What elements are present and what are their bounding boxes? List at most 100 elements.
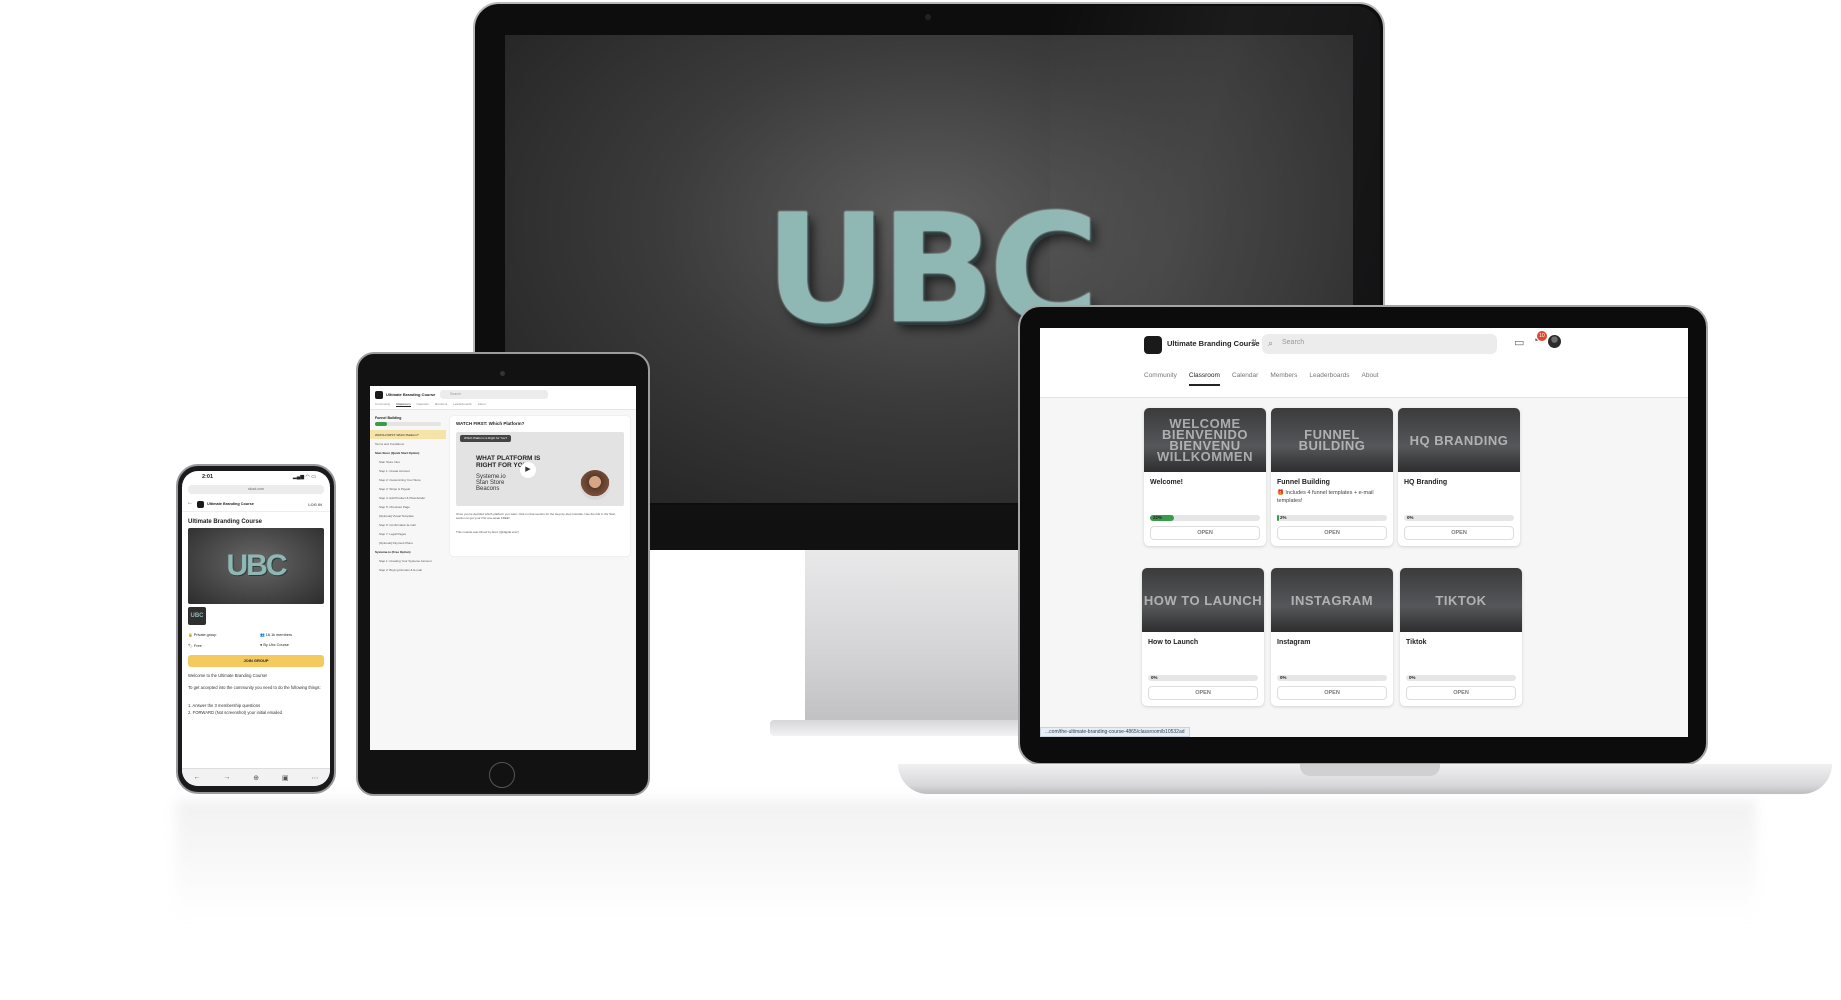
floor-reflection <box>176 800 1756 920</box>
course-card[interactable]: HOW TO LAUNCH How to Launch 0% OPEN <box>1142 568 1264 706</box>
tab-leaderboards[interactable]: Leaderboards <box>453 402 472 407</box>
instructions-text: To get accepted into the community you n… <box>188 685 321 690</box>
instruction-step: 2. FORWARD (Not screenshot) your initial… <box>188 710 283 715</box>
members-icon: 👥 16.1k members <box>260 633 292 637</box>
progress-fill <box>1277 515 1280 521</box>
course-title: Welcome! <box>1150 479 1183 486</box>
community-title[interactable]: Ultimate Branding Course <box>207 502 254 506</box>
gallery-thumbnail[interactable]: UBC <box>188 607 206 625</box>
lesson-item[interactable]: Step 2: Buying Domain & E-mail <box>370 565 446 574</box>
chat-icon[interactable]: ▭ <box>1514 336 1524 349</box>
tag-icon: 🏷 Free <box>188 644 202 648</box>
course-card[interactable]: WELCOME BIENVENIDO BIENVENU WILLKOMMEN W… <box>1144 408 1266 546</box>
hero-image: UBC <box>188 528 324 604</box>
lesson-item[interactable]: [Optional] Visual Template <box>370 511 446 520</box>
course-title: Funnel Building <box>1277 479 1330 486</box>
thumbnail-text: FUNNEL BUILDING <box>1298 427 1366 453</box>
back-arrow-icon[interactable]: ← <box>187 500 193 506</box>
lesson-item[interactable]: Step 7: Legal Pages <box>370 529 446 538</box>
search-input[interactable]: ⌕ Search <box>1262 334 1497 354</box>
lesson-item[interactable]: Systeme.io (Free Option) <box>370 547 446 556</box>
lesson-item[interactable]: Step 1: Create Account <box>370 466 446 475</box>
lesson-item[interactable]: Step 2: Customizing Your Store <box>370 475 446 484</box>
avatar[interactable] <box>1548 335 1561 348</box>
community-logo[interactable] <box>197 501 204 508</box>
phone-screen: 2:01 ▂▄▆ ◠ ▭ skool.com ← Ultimate Brandi… <box>182 471 330 786</box>
lesson-item[interactable]: WATCH FIRST: Which Platform? <box>370 430 446 439</box>
lesson-item[interactable]: Step 4: Add Product & Placeholder <box>370 493 446 502</box>
course-description: 🎁 Includes 4 funnel templates + e-mail t… <box>1277 490 1374 504</box>
address-bar[interactable]: skool.com <box>188 485 324 494</box>
community-logo[interactable] <box>1144 336 1162 354</box>
lesson-item[interactable]: Step 6: Confirmation E-mail <box>370 520 446 529</box>
tab-members[interactable]: Members <box>435 402 448 407</box>
tab-classroom[interactable]: Classroom <box>1188 372 1220 386</box>
course-title: Instagram <box>1277 639 1311 646</box>
open-button[interactable]: OPEN <box>1406 686 1516 700</box>
course-card[interactable]: HQ BRANDING HQ Branding 0% OPEN <box>1398 408 1520 546</box>
lesson-item[interactable]: Step 1: Creating Your Systeme Account <box>370 556 446 565</box>
lesson-item[interactable]: Stan Store Intro <box>370 457 446 466</box>
tab-about[interactable]: About <box>478 402 486 407</box>
course-thumbnail: TIKTOK <box>1400 568 1522 632</box>
welcome-text: Welcome to the Ultimate Branding Course! <box>188 673 268 678</box>
tab-calendar[interactable]: Calendar <box>417 402 429 407</box>
course-title: Tiktok <box>1406 639 1427 646</box>
tab-members[interactable]: Members <box>1270 372 1297 386</box>
community-title[interactable]: Ultimate Branding Course <box>386 392 435 397</box>
lesson-list: WATCH FIRST: Which Platform? Terms and Co… <box>370 430 446 574</box>
progress-label: 0% <box>1409 675 1416 680</box>
lesson-item[interactable]: Step 3: Stripe & Paypal <box>370 484 446 493</box>
laptop-screen: Ultimate Branding Course ⇅ ⌕ Search ▭ ◔ … <box>1040 328 1688 737</box>
search-input[interactable]: Search <box>440 390 548 399</box>
open-button[interactable]: OPEN <box>1277 526 1387 540</box>
course-thumbnail: HQ BRANDING <box>1398 408 1520 472</box>
open-button[interactable]: OPEN <box>1404 526 1514 540</box>
camera-icon <box>925 14 931 20</box>
tab-classroom[interactable]: Classroom <box>396 402 411 407</box>
lesson-sidebar: Funnel Building WATCH FIRST: Which Platf… <box>370 412 446 750</box>
open-button[interactable]: OPEN <box>1150 526 1260 540</box>
progress-label: 2% <box>1280 515 1287 520</box>
course-card[interactable]: TIKTOK Tiktok 0% OPEN <box>1400 568 1522 706</box>
home-button[interactable] <box>489 762 515 788</box>
thumbnail-text: INSTAGRAM <box>1290 592 1374 608</box>
login-button[interactable]: LOG IN <box>308 502 322 507</box>
tab-community[interactable]: Community <box>375 402 390 407</box>
progress-bar: 2% <box>1277 515 1387 521</box>
open-button[interactable]: OPEN <box>1148 686 1258 700</box>
more-icon[interactable]: ⋯ <box>312 774 319 782</box>
tab-calendar[interactable]: Calendar <box>1232 372 1258 386</box>
forward-icon[interactable]: → <box>223 774 230 781</box>
instruction-step: 1. Answer the 3 membership questions <box>188 703 261 708</box>
progress-bar <box>375 422 441 426</box>
course-description <box>1404 489 1514 511</box>
community-title[interactable]: Ultimate Branding Course <box>1167 339 1260 348</box>
nav-tabs: Community Classroom Calendar Members Lea… <box>1144 372 1379 386</box>
app-header: Ultimate Branding Course ⇅ ⌕ Search ▭ ◔ … <box>1040 328 1688 398</box>
course-thumbnail: FUNNEL BUILDING <box>1271 408 1393 472</box>
tab-leaderboards[interactable]: Leaderboards <box>1309 372 1349 386</box>
search-placeholder: Search <box>1282 339 1305 346</box>
course-card[interactable]: FUNNEL BUILDING Funnel Building 🎁 Includ… <box>1271 408 1393 546</box>
play-icon[interactable]: ▶ <box>520 462 536 478</box>
video-player[interactable]: Which Platform is Right for You? WHAT PL… <box>456 432 624 506</box>
tab-community[interactable]: Community <box>1144 372 1177 386</box>
chevron-updown-icon[interactable]: ⇅ <box>1251 338 1258 347</box>
course-card[interactable]: INSTAGRAM Instagram 0% OPEN <box>1271 568 1393 706</box>
progress-label: 0% <box>1151 675 1158 680</box>
lesson-item[interactable]: [Optional] Payment Plans <box>370 538 446 547</box>
lesson-item[interactable]: Stan Store (Quick Start Option) <box>370 448 446 457</box>
community-logo[interactable] <box>375 391 383 399</box>
open-button[interactable]: OPEN <box>1277 686 1387 700</box>
tabs-icon[interactable]: ▣ <box>282 774 289 782</box>
presenter-thumbnail <box>580 470 610 500</box>
lesson-item[interactable]: Terms and Conditions <box>370 439 446 448</box>
new-tab-icon[interactable]: ⊕ <box>253 774 259 782</box>
lesson-item[interactable]: Step 5: Checkout Page <box>370 502 446 511</box>
back-icon[interactable]: ← <box>193 774 200 781</box>
video-title-bar: Which Platform is Right for You? <box>460 435 512 442</box>
tab-about[interactable]: About <box>1362 372 1379 386</box>
progress-bar: 0% <box>1148 675 1258 681</box>
join-group-button[interactable]: JOIN GROUP <box>188 655 324 667</box>
